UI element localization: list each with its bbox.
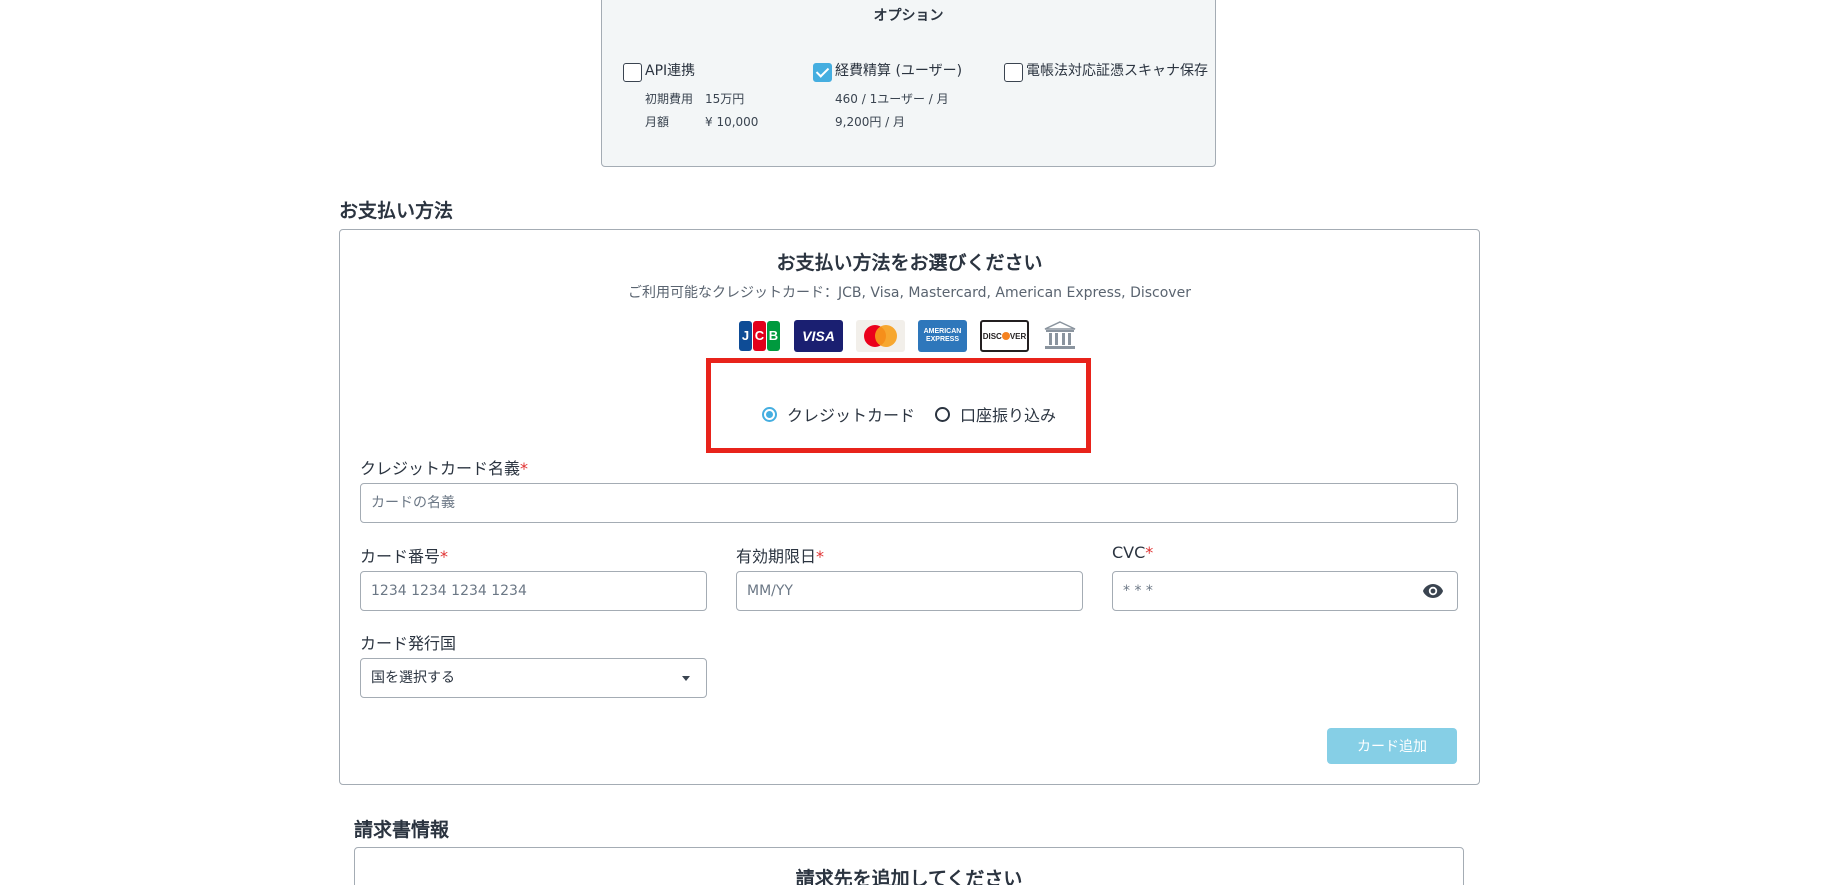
option-label: 経費精算 (ユーザー)	[835, 63, 963, 79]
caret-down-icon	[682, 676, 690, 681]
jcb-logo: JCB	[738, 320, 781, 352]
option-label: API連携	[645, 63, 696, 79]
api-checkbox[interactable]	[623, 63, 642, 82]
payment-subtext: ご利用可能なクレジットカード：JCB, Visa, Mastercard, Am…	[628, 285, 1191, 301]
payment-heading: お支払い方法をお選びください	[776, 252, 1043, 274]
expiry-input[interactable]	[736, 571, 1083, 611]
detail-key: 月額	[645, 115, 670, 129]
option-expense: 経費精算 (ユーザー) 460 / 1ユーザー / 月 9,200円 / 月	[813, 61, 962, 134]
credit-card-radio[interactable]	[762, 406, 777, 422]
discover-logo: DISC VER	[980, 320, 1029, 352]
detail-value: 15万円	[705, 92, 745, 106]
card-number-input[interactable]	[360, 571, 707, 611]
option-detail: 月額 ¥ 10,000	[645, 111, 758, 134]
option-detail: 初期費用 15万円	[645, 88, 758, 111]
mastercard-logo	[856, 320, 905, 352]
option-detail: 9,200円 / 月	[835, 115, 906, 129]
detail-value: ¥ 10,000	[705, 115, 759, 129]
card-name-label-text: クレジットカード名義	[360, 459, 521, 478]
country-select-value: 国を選択する	[371, 670, 455, 686]
required-mark: *	[520, 459, 529, 478]
eye-icon[interactable]	[1422, 583, 1444, 599]
cvc-input[interactable]	[1112, 571, 1458, 611]
required-mark: *	[816, 547, 825, 566]
page: オプション API連携 初期費用 15万円 月額 ¥ 10,000 経費精算 (ユー…	[0, 0, 1825, 885]
payment-panel: お支払い方法をお選びください ご利用可能なクレジットカード：JCB, Visa,…	[339, 229, 1480, 785]
credit-card-label[interactable]: クレジットカード	[787, 402, 915, 426]
card-logos: JCB VISA AMERICAN EXPRESS DISC VER	[738, 320, 1078, 352]
card-name-input[interactable]	[360, 483, 1458, 523]
visa-logo: VISA	[794, 320, 843, 352]
payment-section-title: お支払い方法	[339, 200, 454, 222]
invoice-heading: 請求先を追加してください	[795, 868, 1023, 885]
options-title: オプション	[873, 8, 944, 24]
detail-key: 初期費用	[645, 92, 694, 106]
card-number-label-text: カード番号	[360, 547, 441, 566]
expiry-label-text: 有効期限日	[736, 547, 817, 566]
add-card-button[interactable]: カード追加	[1327, 728, 1457, 764]
country-label: カード発行国	[360, 634, 457, 653]
expense-checkbox[interactable]	[813, 63, 832, 82]
scanner-checkbox[interactable]	[1004, 63, 1023, 82]
option-label: 電帳法対応証憑スキャナ保存	[1026, 63, 1208, 79]
required-mark: *	[440, 547, 449, 566]
bank-transfer-radio[interactable]	[935, 406, 951, 422]
card-name-label: クレジットカード名義*	[360, 455, 528, 479]
required-mark: *	[1145, 543, 1154, 562]
country-select[interactable]: 国を選択する	[360, 658, 707, 698]
cvc-label: CVC*	[1112, 543, 1153, 562]
bank-transfer-label[interactable]: 口座振り込み	[960, 402, 1056, 426]
options-panel: オプション API連携 初期費用 15万円 月額 ¥ 10,000 経費精算 (ユー…	[601, 0, 1216, 167]
card-number-label: カード番号*	[360, 543, 448, 567]
payment-method-group: クレジットカード 口座振り込み	[762, 402, 1056, 426]
cvc-label-text: CVC	[1112, 543, 1146, 562]
expiry-label: 有効期限日*	[736, 543, 824, 567]
amex-logo: AMERICAN EXPRESS	[918, 320, 967, 352]
invoice-section-title: 請求書情報	[354, 819, 450, 841]
invoice-panel: 請求先を追加してください	[354, 847, 1464, 885]
option-scanner: 電帳法対応証憑スキャナ保存	[1004, 61, 1211, 83]
option-detail: 460 / 1ユーザー / 月	[835, 92, 949, 106]
bank-icon	[1042, 320, 1078, 352]
option-api: API連携 初期費用 15万円 月額 ¥ 10,000	[623, 61, 758, 134]
